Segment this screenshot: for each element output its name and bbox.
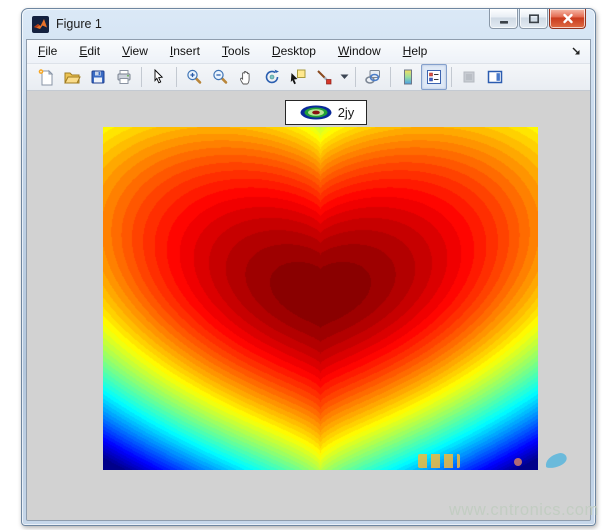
figure-window: Figure 1 File Edit View Insert Tools bbox=[21, 8, 596, 526]
window-title: Figure 1 bbox=[56, 17, 102, 31]
rotate-3d-button[interactable] bbox=[259, 64, 285, 90]
watermark-logo-swoosh bbox=[544, 452, 568, 469]
dock-arrow-icon[interactable] bbox=[570, 45, 583, 58]
legend-icon bbox=[425, 68, 443, 86]
toolbar-separator bbox=[141, 67, 142, 87]
page: { "window": { "title": "Figure 1", "cont… bbox=[0, 0, 602, 530]
save-figure-button[interactable] bbox=[85, 64, 111, 90]
data-cursor-icon bbox=[289, 68, 307, 86]
menu-help[interactable]: Help bbox=[392, 40, 439, 63]
show-plot-tools-dock-button[interactable] bbox=[482, 64, 508, 90]
new-figure-button[interactable] bbox=[33, 64, 59, 90]
figure-content: File Edit View Insert Tools Desktop Wind… bbox=[26, 39, 591, 521]
open-file-button[interactable] bbox=[59, 64, 85, 90]
minimize-icon bbox=[496, 11, 512, 27]
close-button[interactable] bbox=[549, 9, 586, 29]
zoom-out-icon bbox=[211, 68, 229, 86]
save-floppy-icon bbox=[89, 68, 107, 86]
close-icon bbox=[560, 12, 576, 26]
window-controls bbox=[489, 9, 586, 29]
menu-desktop[interactable]: Desktop bbox=[261, 40, 327, 63]
maximize-icon bbox=[526, 11, 542, 27]
menu-tools[interactable]: Tools bbox=[211, 40, 261, 63]
toolbar-separator bbox=[390, 67, 391, 87]
new-document-icon bbox=[37, 68, 55, 86]
matlab-logo-icon bbox=[32, 16, 49, 33]
pan-button[interactable] bbox=[233, 64, 259, 90]
maximize-button[interactable] bbox=[519, 9, 548, 29]
printer-icon bbox=[115, 68, 133, 86]
toolbar-separator bbox=[176, 67, 177, 87]
print-figure-button[interactable] bbox=[111, 64, 137, 90]
legend-box[interactable]: 2jy bbox=[285, 100, 367, 125]
hide-plot-tools-button[interactable] bbox=[456, 64, 482, 90]
edit-plot-cursor-icon bbox=[150, 68, 168, 86]
minimize-button[interactable] bbox=[489, 9, 518, 29]
colorbar-icon bbox=[399, 68, 417, 86]
link-chain-icon bbox=[364, 68, 382, 86]
brush-icon bbox=[315, 68, 333, 86]
brush-data-button[interactable] bbox=[311, 64, 337, 90]
menu-file[interactable]: File bbox=[27, 40, 68, 63]
chevron-down-icon bbox=[340, 74, 349, 80]
zoom-in-icon bbox=[185, 68, 203, 86]
menu-view[interactable]: View bbox=[111, 40, 159, 63]
insert-legend-button[interactable] bbox=[421, 64, 447, 90]
zoom-in-button[interactable] bbox=[181, 64, 207, 90]
contour-swatch-icon bbox=[298, 104, 334, 121]
pan-hand-icon bbox=[237, 68, 255, 86]
menu-insert[interactable]: Insert bbox=[159, 40, 211, 63]
figure-toolbar bbox=[27, 64, 590, 91]
menu-bar: File Edit View Insert Tools Desktop Wind… bbox=[27, 40, 590, 64]
data-cursor-button[interactable] bbox=[285, 64, 311, 90]
legend-label: 2jy bbox=[338, 105, 355, 120]
watermark-url: www.cntronics.com bbox=[449, 501, 599, 520]
toolbar-separator bbox=[451, 67, 452, 87]
insert-colorbar-button[interactable] bbox=[395, 64, 421, 90]
heart-contour-plot[interactable] bbox=[103, 127, 538, 470]
watermark-logo-dot bbox=[514, 458, 522, 466]
dock-figure-icon bbox=[486, 68, 504, 86]
rotate-3d-icon bbox=[263, 68, 281, 86]
watermark-logo-fragment bbox=[418, 454, 460, 468]
menu-edit[interactable]: Edit bbox=[68, 40, 111, 63]
zoom-out-button[interactable] bbox=[207, 64, 233, 90]
figure-client-area: 2jy bbox=[27, 91, 590, 520]
toolbar-separator bbox=[355, 67, 356, 87]
hide-plot-tools-icon bbox=[460, 68, 478, 86]
edit-plot-button[interactable] bbox=[146, 64, 172, 90]
open-folder-icon bbox=[63, 68, 81, 86]
menu-window[interactable]: Window bbox=[327, 40, 392, 63]
link-plot-button[interactable] bbox=[360, 64, 386, 90]
brush-dropdown-button[interactable] bbox=[337, 64, 351, 90]
